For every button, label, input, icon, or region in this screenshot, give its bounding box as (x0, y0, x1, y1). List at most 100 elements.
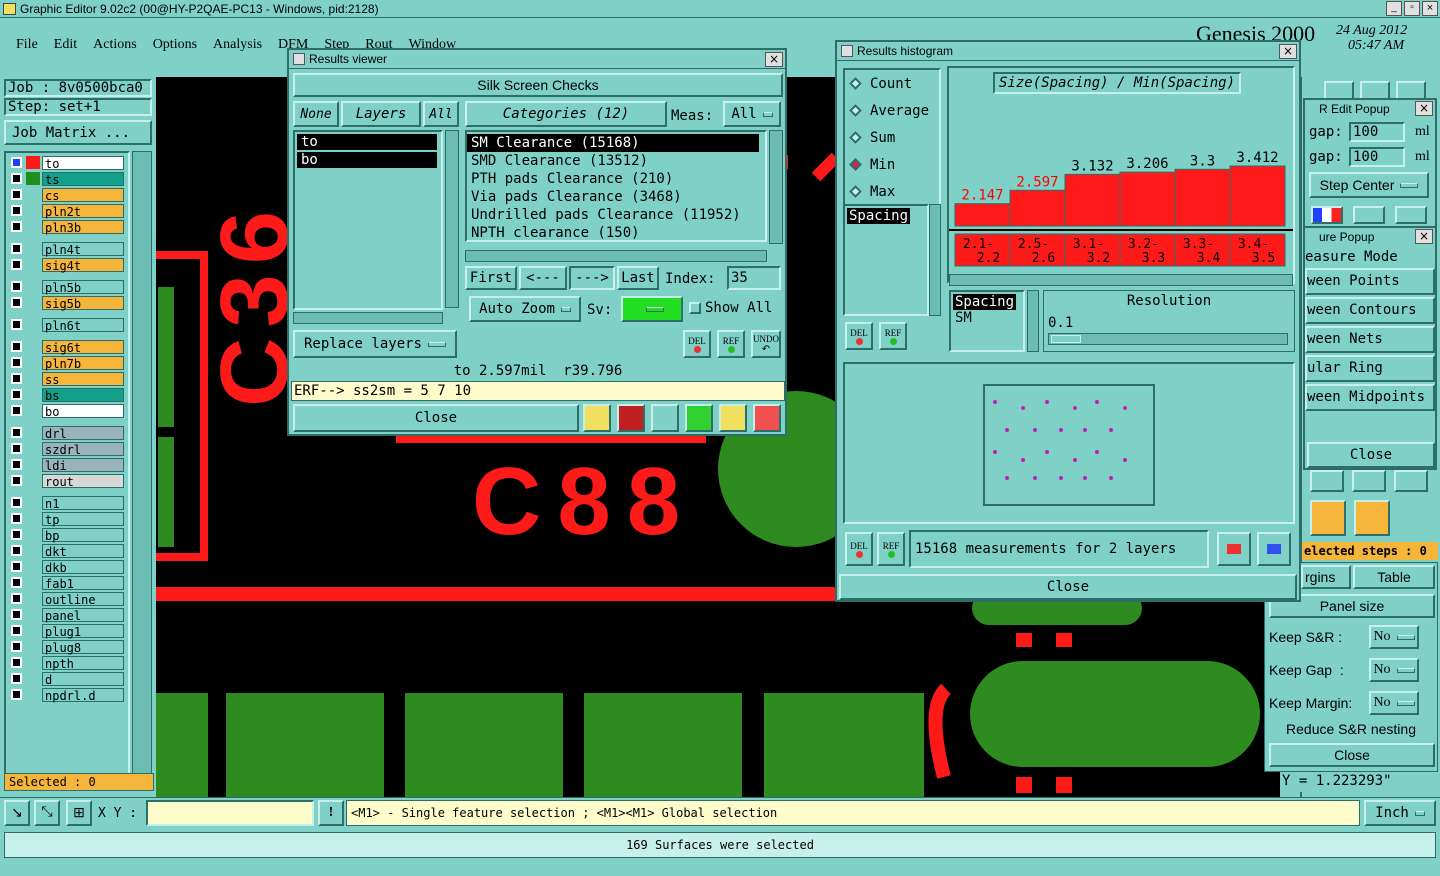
layer-row[interactable]: pln5b (8, 279, 124, 295)
layer-row[interactable]: dkt (8, 543, 124, 559)
layer-color-swatch[interactable] (26, 458, 40, 471)
grid-icon[interactable] (1353, 206, 1385, 224)
menu-analysis[interactable]: Analysis (213, 37, 262, 53)
layer-name[interactable]: bp (42, 527, 124, 543)
xy-input[interactable] (146, 800, 314, 826)
layer-row[interactable]: bp (8, 527, 124, 543)
layer-color-swatch[interactable] (26, 560, 40, 573)
sr-close-button[interactable]: Close (1269, 743, 1435, 767)
layer-checkbox[interactable] (11, 625, 22, 636)
layer-row[interactable]: ss (8, 371, 124, 387)
layer-checkbox[interactable] (11, 259, 22, 270)
layer-name[interactable]: sig4t (42, 257, 124, 273)
mode-option-min[interactable]: Min (849, 157, 895, 173)
layer-row[interactable]: plug1 (8, 623, 124, 639)
next-button[interactable]: ---> (569, 266, 615, 290)
category-item[interactable]: SMD Clearance (13512) (467, 152, 765, 170)
undo-button[interactable]: UNDO ↶ (751, 330, 781, 358)
layer-name[interactable]: szdrl (42, 441, 124, 457)
layer-row[interactable]: to (8, 155, 124, 171)
alert-icon[interactable]: ! (318, 800, 344, 826)
resolution-slider[interactable] (1048, 333, 1288, 345)
layer-color-swatch[interactable] (26, 220, 40, 233)
job-matrix-button[interactable]: Job Matrix ... (4, 120, 152, 145)
category-item[interactable]: PTH pads Clearance (210) (467, 170, 765, 188)
layer-row[interactable]: bs (8, 387, 124, 403)
layer-name[interactable]: pln3b (42, 219, 124, 235)
measure-mode-item[interactable]: ween Nets (1305, 326, 1435, 353)
arrow-up-icon[interactable] (1394, 470, 1428, 492)
layer-name[interactable]: tp (42, 511, 124, 527)
gap2-input[interactable]: 100 (1349, 147, 1405, 167)
layer-checkbox[interactable] (11, 641, 22, 652)
category-item[interactable]: SM Clearance (15168) (467, 134, 759, 152)
layer-color-swatch[interactable] (26, 512, 40, 525)
layer-color-swatch[interactable] (26, 204, 40, 217)
layer-checkbox[interactable] (11, 157, 22, 168)
meas-select[interactable]: All (723, 101, 781, 127)
layer-checkbox[interactable] (11, 475, 22, 486)
layer-row[interactable]: drl (8, 425, 124, 441)
ref-button[interactable]: REF (717, 330, 745, 358)
layer-checkbox[interactable] (11, 609, 22, 620)
layer-checkbox[interactable] (11, 561, 22, 572)
layer-row[interactable]: pln2t (8, 203, 124, 219)
layer-name[interactable]: outline (42, 591, 124, 607)
auto-zoom-select[interactable]: Auto Zoom (469, 296, 581, 322)
radio-diamond-icon[interactable] (849, 77, 862, 90)
layer-color-swatch[interactable] (26, 404, 40, 417)
layer-checkbox[interactable] (11, 173, 22, 184)
layer-color-swatch[interactable] (26, 156, 40, 169)
measure-mode-item[interactable]: ular Ring (1305, 355, 1435, 382)
layer-name[interactable]: drl (42, 425, 124, 441)
snap-grid-icon[interactable]: ⊞ (66, 800, 92, 826)
layer-color-swatch[interactable] (26, 656, 40, 669)
pen-icon[interactable] (1310, 500, 1346, 536)
layer-row[interactable]: npdrl.d (8, 687, 124, 703)
replace-layers-button[interactable]: Replace layers (293, 330, 457, 358)
no-icon[interactable] (651, 404, 679, 432)
layer-checkbox[interactable] (11, 243, 22, 254)
layer-color-swatch[interactable] (26, 426, 40, 439)
layer-row[interactable]: panel (8, 607, 124, 623)
layer-checkbox[interactable] (11, 297, 22, 308)
layer-name[interactable]: bs (42, 387, 124, 403)
layer-checkbox[interactable] (11, 357, 22, 368)
category-item[interactable]: Via pads Clearance (3468) (467, 188, 765, 206)
layer-checkbox[interactable] (11, 189, 22, 200)
zoom-select-icon[interactable] (1217, 532, 1251, 566)
layer-row[interactable]: sig6t (8, 339, 124, 355)
menu-options[interactable]: Options (153, 37, 197, 53)
measure-icon[interactable]: ⤡ (34, 800, 60, 826)
layer-checkbox[interactable] (11, 443, 22, 454)
layer-select-vscroll[interactable] (445, 130, 459, 308)
layers-button[interactable]: Layers (341, 101, 421, 127)
layer-color-swatch[interactable] (26, 528, 40, 541)
layer-checkbox[interactable] (11, 577, 22, 588)
zoom-area-icon[interactable] (1257, 532, 1291, 566)
last-button[interactable]: Last (617, 266, 659, 290)
layer-row[interactable]: bo (8, 403, 124, 419)
flag-icon[interactable] (1311, 206, 1343, 224)
layer-color-swatch[interactable] (26, 242, 40, 255)
category-item[interactable]: NPTH clearance (150) (467, 224, 765, 240)
mode-option-max[interactable]: Max (849, 184, 895, 200)
layer-row[interactable]: n1 (8, 495, 124, 511)
slider-thumb[interactable] (1051, 335, 1081, 343)
layer-row[interactable]: sig5b (8, 295, 124, 311)
flag-icon[interactable] (617, 404, 645, 432)
gap1-input[interactable]: 100 (1349, 122, 1405, 142)
layer-row[interactable]: tp (8, 511, 124, 527)
layer-color-swatch[interactable] (26, 442, 40, 455)
group-item[interactable]: Spacing (953, 294, 1017, 310)
layer-color-swatch[interactable] (26, 544, 40, 557)
layer-checkbox[interactable] (11, 341, 22, 352)
layer-select-item[interactable]: to (297, 134, 437, 150)
layer-row[interactable]: rout (8, 473, 124, 489)
select-arrow-icon[interactable]: ↘ (4, 800, 30, 826)
layer-scrollbar[interactable] (132, 151, 152, 787)
group-list-vscroll[interactable] (1027, 290, 1039, 352)
layer-checkbox[interactable] (11, 513, 22, 524)
layer-color-swatch[interactable] (26, 388, 40, 401)
prev-button[interactable]: <--- (519, 266, 567, 290)
